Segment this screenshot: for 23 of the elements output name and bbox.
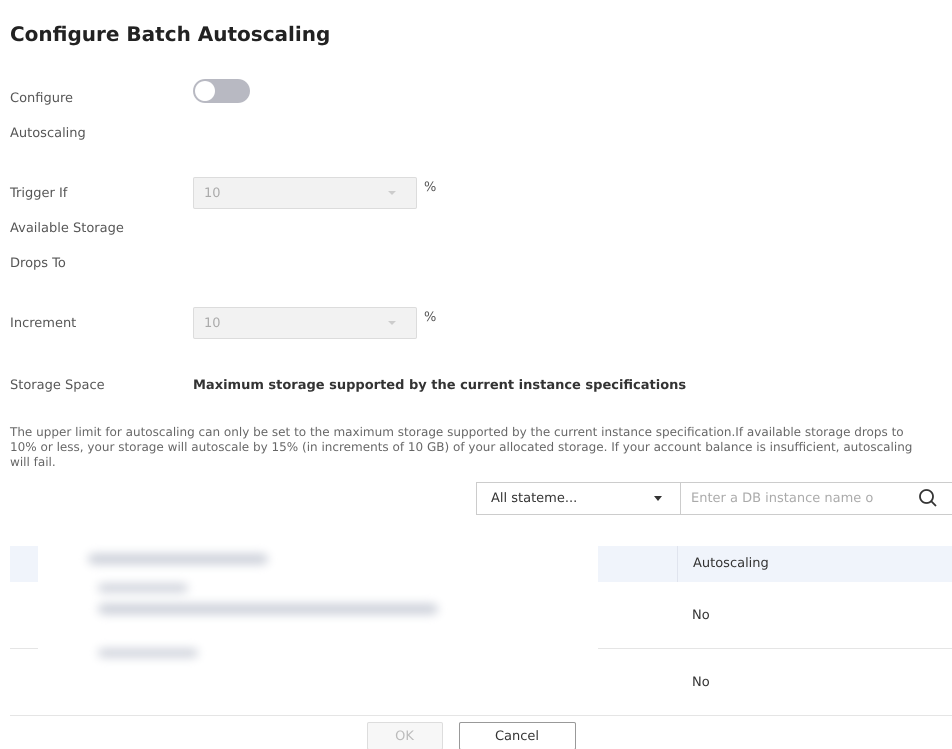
table-cell: No — [692, 674, 710, 690]
caret-icon — [388, 321, 396, 325]
field-label: Drops To — [10, 255, 66, 273]
storage-value: Maximum storage supported by the current instance specifications — [193, 377, 686, 395]
info-text: The upper limit for autoscaling can only be set to the maximum storage supported by the current instance specification.If available storage drops to 10% or less, your storage will autoscale by 15% (in increments of 10 GB) of your allocated storage. If your account balance is insufficient, autoscaling will fail. — [10, 425, 914, 470]
search-icon[interactable] — [918, 488, 938, 508]
cancel-button[interactable]: Cancel — [458, 722, 576, 749]
search-field[interactable]: Enter a DB instance name o — [680, 482, 952, 515]
unit-label: % — [424, 180, 436, 195]
field-label: Available Storage — [10, 220, 124, 238]
field-label: Configure — [10, 90, 74, 108]
caret-icon — [388, 191, 396, 195]
column-header: Autoscaling — [677, 546, 769, 582]
field-label: Increment — [10, 315, 76, 333]
caret-icon — [654, 496, 662, 501]
field-label: Storage Space — [10, 377, 105, 395]
field-label: Trigger If — [10, 185, 68, 203]
dialog-title: Configure Batch Autoscaling — [10, 22, 330, 46]
field-label: Autoscaling — [10, 125, 86, 143]
table-cell: No — [692, 608, 710, 622]
unit-label: % — [424, 310, 436, 325]
status-dropdown[interactable]: All stateme... — [476, 482, 680, 515]
toggle-switch[interactable] — [193, 79, 250, 103]
